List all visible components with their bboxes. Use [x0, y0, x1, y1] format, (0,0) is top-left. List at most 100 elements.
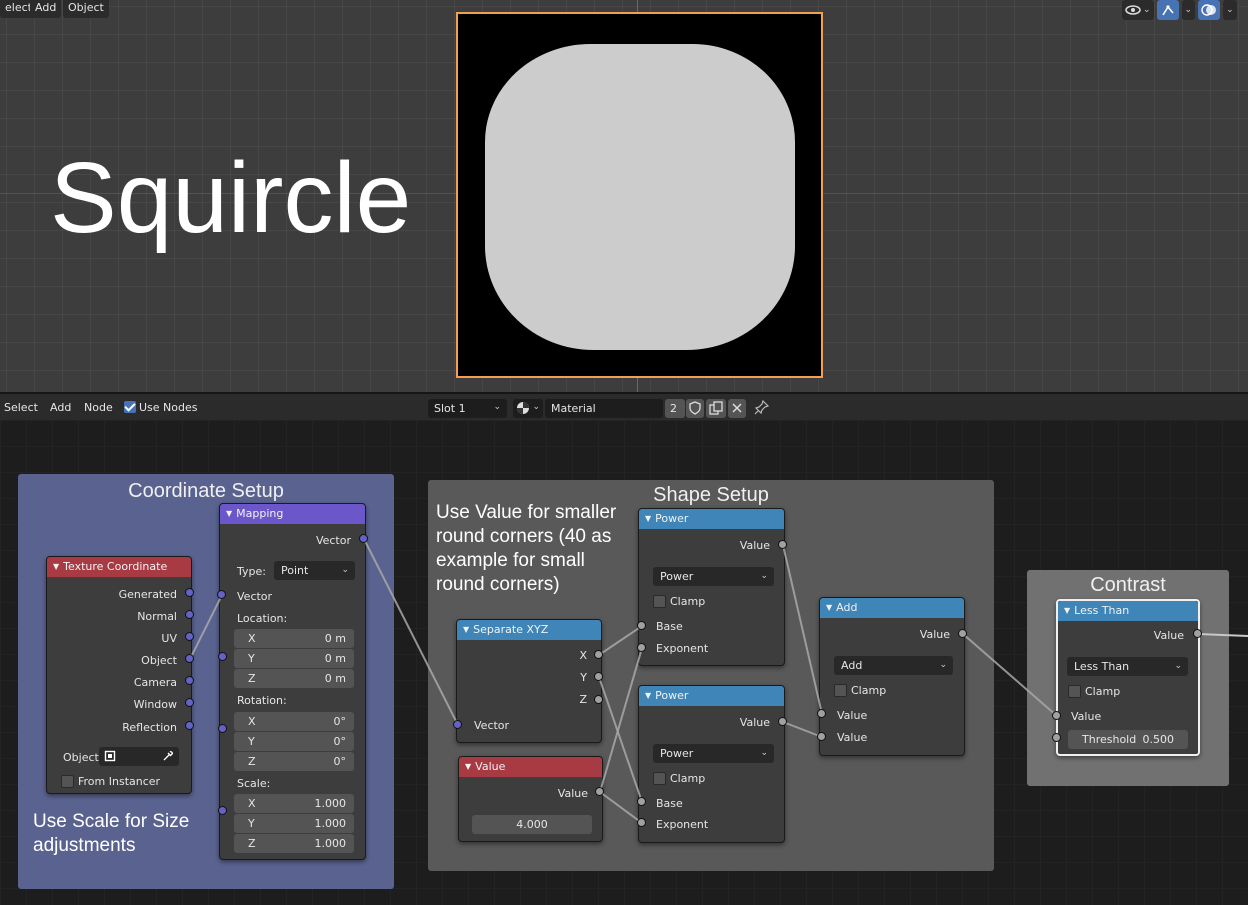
socket-map-scale[interactable] — [218, 806, 227, 815]
node-editor-canvas[interactable]: Coordinate Setup Use Scale for Size adju… — [0, 420, 1248, 905]
threshold-field[interactable]: Threshold 0.500 — [1068, 730, 1188, 749]
value-field[interactable]: 4.000 — [472, 815, 592, 834]
socket-tc-uv[interactable] — [185, 632, 194, 641]
fake-user-button[interactable] — [686, 399, 704, 418]
scale-z-field[interactable]: Z 1.000 — [234, 834, 354, 853]
socket-sep-in[interactable] — [453, 720, 462, 729]
viewport-menu-add[interactable]: Add — [30, 0, 62, 18]
clamp-checkbox[interactable]: Clamp — [653, 595, 705, 608]
node-header[interactable]: ▼ Less Than — [1058, 601, 1198, 621]
node-header[interactable]: ▼ Power — [639, 686, 784, 706]
overlays-toggle[interactable] — [1198, 0, 1221, 20]
location-z-field[interactable]: Z 0 m — [234, 669, 354, 688]
pin-button[interactable] — [754, 399, 770, 418]
unlink-material-button[interactable] — [728, 399, 746, 418]
gizmo-dropdown[interactable]: ⌄ — [1181, 0, 1196, 20]
node-value[interactable]: ▼ Value Value 4.000 — [458, 756, 603, 842]
socket-tc-reflection[interactable] — [185, 721, 194, 730]
checkbox-icon — [1068, 685, 1081, 698]
node-header[interactable]: ▼ Add — [820, 598, 964, 618]
rotation-z-field[interactable]: Z 0° — [234, 752, 354, 771]
socket-val-out[interactable] — [595, 787, 604, 796]
socket-map-out[interactable] — [359, 534, 368, 543]
gizmo-icon — [1161, 5, 1174, 16]
node-texture-coordinate[interactable]: ▼ Texture Coordinate Generated Normal UV … — [46, 556, 192, 794]
clamp-checkbox[interactable]: Clamp — [834, 684, 886, 697]
material-browse-button[interactable]: ⌄ — [513, 399, 543, 418]
node-menu-select[interactable]: Select — [4, 401, 38, 414]
math-operation-dropdown[interactable]: Power ⌄ — [653, 744, 774, 763]
output-camera: Camera — [133, 676, 177, 689]
slot-select[interactable]: Slot 1 ⌄ — [428, 399, 507, 418]
use-nodes-toggle[interactable]: Use Nodes — [124, 401, 198, 414]
node-power-2[interactable]: ▼ Power Value Power ⌄ Clamp Base Exponent — [638, 685, 785, 843]
node-add[interactable]: ▼ Add Value Add ⌄ Clamp Value Value — [819, 597, 965, 756]
node-header[interactable]: ▼ Power — [639, 509, 784, 529]
3d-viewport[interactable]: elect Add Object ⌄ ⌄ ⌄ Squircle — [0, 0, 1248, 392]
socket-add-in2[interactable] — [817, 732, 826, 741]
socket-add-in1[interactable] — [817, 709, 826, 718]
node-mapping[interactable]: ▼ Mapping Vector Type: Point ⌄ Vector Loca… — [219, 503, 366, 860]
gizmo-toggle[interactable] — [1156, 0, 1179, 20]
socket-p2-base[interactable] — [637, 797, 646, 806]
socket-sep-y[interactable] — [594, 672, 603, 681]
output-value: Value — [919, 628, 950, 641]
socket-tc-generated[interactable] — [185, 588, 194, 597]
socket-tc-normal[interactable] — [185, 610, 194, 619]
math-operation-dropdown[interactable]: Power ⌄ — [653, 567, 774, 586]
duplicate-material-button[interactable] — [706, 399, 726, 418]
node-menu-add[interactable]: Add — [50, 401, 71, 414]
eyedropper-icon[interactable] — [162, 750, 174, 762]
socket-map-loc[interactable] — [218, 652, 227, 661]
node-header[interactable]: ▼ Separate XYZ — [457, 620, 601, 640]
slot-value: Slot 1 — [434, 402, 466, 415]
overlays-dropdown[interactable]: ⌄ — [1223, 0, 1237, 20]
node-menu-node[interactable]: Node — [84, 401, 113, 414]
socket-p1-exp[interactable] — [637, 643, 646, 652]
location-x-field[interactable]: X 0 m — [234, 629, 354, 648]
viewport-menu-object[interactable]: Object — [63, 0, 109, 18]
socket-sep-x[interactable] — [594, 650, 603, 659]
scale-x-field[interactable]: X 1.000 — [234, 794, 354, 813]
node-separate-xyz[interactable]: ▼ Separate XYZ X Y Z Vector — [456, 619, 602, 743]
input-value-2: Value — [837, 731, 868, 744]
node-title: Less Than — [1074, 604, 1130, 617]
squircle-shape — [485, 44, 795, 350]
mapping-type-dropdown[interactable]: Point ⌄ — [274, 561, 355, 580]
node-header[interactable]: ▼ Value — [459, 757, 602, 777]
socket-lt-out[interactable] — [1193, 629, 1202, 638]
socket-map-in[interactable] — [217, 590, 226, 599]
checkbox-icon — [653, 772, 666, 785]
socket-lt-in[interactable] — [1052, 711, 1061, 720]
clamp-checkbox[interactable]: Clamp — [1068, 685, 1120, 698]
rotation-y-field[interactable]: Y 0° — [234, 732, 354, 751]
socket-lt-thr[interactable] — [1052, 733, 1061, 742]
threshold-value: 0.500 — [1142, 733, 1175, 746]
socket-add-out[interactable] — [958, 629, 967, 638]
node-power-1[interactable]: ▼ Power Value Power ⌄ Clamp Base Exponent — [638, 508, 785, 666]
scale-y-field[interactable]: Y 1.000 — [234, 814, 354, 833]
socket-map-rot[interactable] — [218, 724, 227, 733]
node-less-than[interactable]: ▼ Less Than Value Less Than ⌄ Clamp Value … — [1056, 599, 1200, 756]
material-users-count[interactable]: 2 — [665, 399, 685, 418]
clamp-checkbox[interactable]: Clamp — [653, 772, 705, 785]
socket-sep-z[interactable] — [594, 695, 603, 704]
node-header[interactable]: ▼ Mapping — [220, 504, 365, 524]
from-instancer-checkbox[interactable]: From Instancer — [61, 775, 160, 788]
socket-p1-out[interactable] — [778, 540, 787, 549]
math-operation-dropdown[interactable]: Add ⌄ — [834, 656, 953, 675]
location-y-field[interactable]: Y 0 m — [234, 649, 354, 668]
math-operation-dropdown[interactable]: Less Than ⌄ — [1067, 657, 1188, 676]
object-picker-field[interactable] — [99, 747, 179, 766]
visibility-dropdown[interactable]: ⌄ — [1122, 0, 1154, 20]
socket-tc-camera[interactable] — [185, 676, 194, 685]
socket-p1-base[interactable] — [637, 621, 646, 630]
socket-p2-out[interactable] — [778, 717, 787, 726]
material-name-field[interactable]: Material — [545, 399, 663, 418]
node-header[interactable]: ▼ Texture Coordinate — [47, 557, 191, 577]
socket-tc-object[interactable] — [185, 654, 194, 663]
socket-p2-exp[interactable] — [637, 818, 646, 827]
rotation-x-field[interactable]: X 0° — [234, 712, 354, 731]
chevron-down-icon: ⌄ — [1143, 5, 1151, 15]
socket-tc-window[interactable] — [185, 698, 194, 707]
